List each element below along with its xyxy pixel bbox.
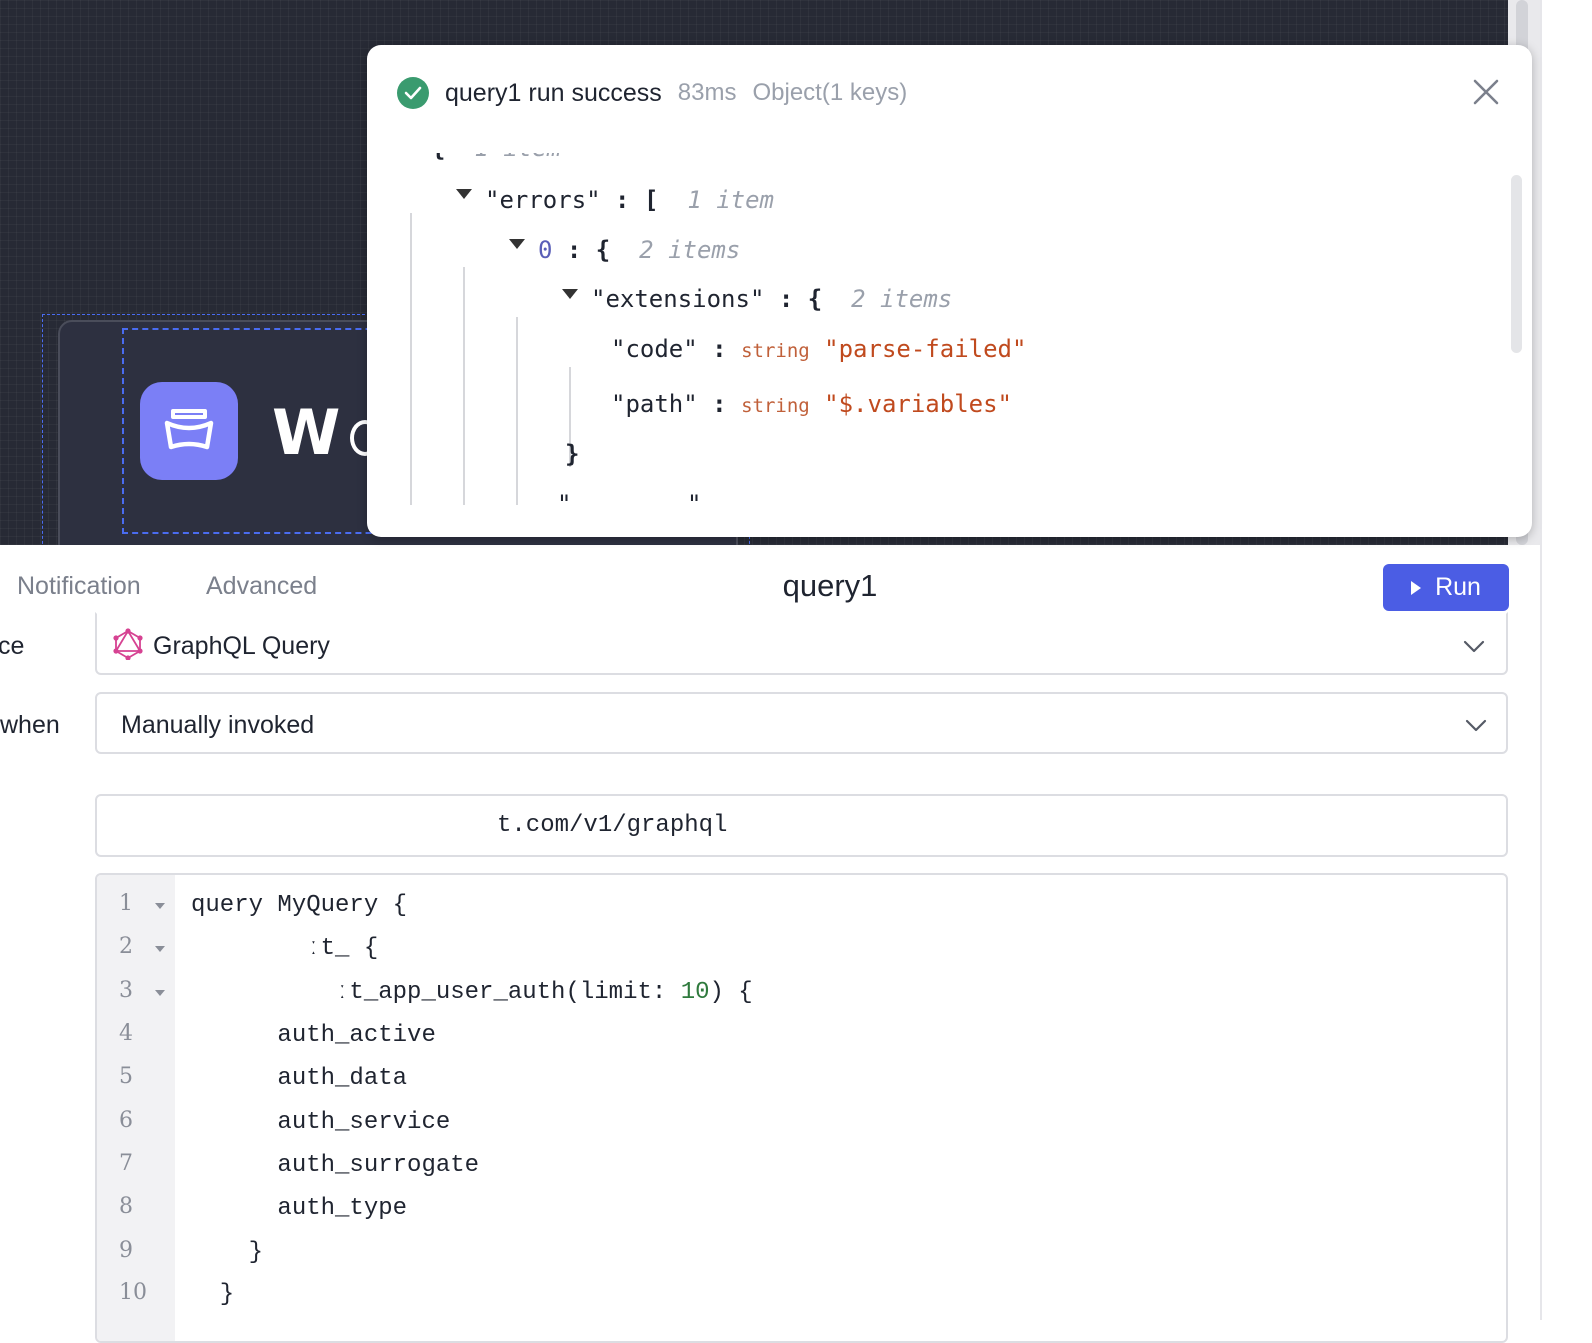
popup-title: query1 run success xyxy=(445,78,662,107)
resource-value: GraphQL Query xyxy=(153,632,330,660)
tree-guide xyxy=(463,267,465,505)
extensions-key: "extensions" xyxy=(591,285,765,313)
trigger-label: when xyxy=(0,711,60,739)
code-line: auth_surrogate xyxy=(191,1152,480,1179)
code-line: ːt_ { xyxy=(191,935,379,962)
line-number: 7 xyxy=(119,1151,133,1176)
chevron-down-icon xyxy=(1465,719,1487,732)
close-brace: } xyxy=(565,440,580,468)
line-number: 10 xyxy=(119,1280,147,1305)
line-number: 6 xyxy=(119,1108,133,1133)
line-number: 2 xyxy=(119,934,133,959)
path-key: "path" xyxy=(611,390,698,418)
code-line: query MyQuery { xyxy=(191,892,408,919)
path-value: "$.variables" xyxy=(824,390,1012,418)
chevron-down-icon xyxy=(1463,640,1485,653)
graphql-icon xyxy=(113,628,143,660)
code-key: "code" xyxy=(611,335,698,363)
line-number: 3 xyxy=(119,978,133,1003)
index-brace: : { xyxy=(566,236,611,264)
play-icon xyxy=(1411,580,1422,595)
tree-guide xyxy=(516,317,518,505)
resource-select[interactable]: GraphQL Query xyxy=(95,612,1508,675)
json-path-line: "path" : string "$.variables" xyxy=(611,389,1012,419)
resource-label: ce xyxy=(0,632,25,660)
result-type: Object(1 keys) xyxy=(752,79,908,106)
card-title-text: W xyxy=(272,396,343,469)
json-close-line: } xyxy=(565,439,579,469)
next-key: " " xyxy=(557,490,702,505)
code-line: } xyxy=(191,1239,264,1266)
line-number: 1 xyxy=(119,891,133,916)
fold-icon[interactable] xyxy=(155,903,165,909)
json-next-line: " " xyxy=(557,489,702,505)
code-value: "parse-failed" xyxy=(824,335,1027,363)
url-input[interactable]: t.com/v1/graphql xyxy=(95,794,1508,857)
query-name[interactable]: query1 xyxy=(0,568,1592,604)
line-number: 4 xyxy=(119,1021,133,1046)
panel-divider xyxy=(1540,0,1542,1320)
path-colon: : xyxy=(712,390,727,418)
json-root-line: { 1 item xyxy=(431,153,561,163)
line-number: 8 xyxy=(119,1194,133,1219)
json-tree: { 1 item "errors" : [ 1 item 0 : { 2 ite… xyxy=(367,153,1507,505)
popup-header: query1 run success 83ms Object(1 keys) xyxy=(397,75,907,111)
code-line: auth_active xyxy=(191,1022,436,1049)
fold-icon[interactable] xyxy=(155,946,165,952)
json-extensions-line[interactable]: "extensions" : { 2 items xyxy=(591,284,952,314)
extensions-brace: : { xyxy=(778,285,823,313)
collapse-index-icon[interactable] xyxy=(509,239,525,249)
code-colon: : xyxy=(712,335,727,363)
json-errors-line[interactable]: "errors" : [ 1 item xyxy=(485,185,774,215)
trigger-value: Manually invoked xyxy=(121,711,315,739)
extensions-count: 2 items xyxy=(851,285,953,313)
code-line: ːt_app_user_auth(limit: 10) { xyxy=(191,979,753,1006)
errors-key: "errors" xyxy=(485,186,601,214)
run-duration: 83ms xyxy=(677,79,737,106)
code-line: auth_service xyxy=(191,1109,451,1136)
query-result-popup: query1 run success 83ms Object(1 keys) {… xyxy=(367,45,1532,537)
code-text: ) { xyxy=(709,979,753,1006)
trigger-select[interactable]: Manually invoked xyxy=(95,692,1508,754)
graphql-code-editor[interactable]: 1 query MyQuery { 2 ːt_ { 3 ːt_app_user_… xyxy=(95,873,1508,1343)
index-count: 2 items xyxy=(639,236,741,264)
code-line: auth_data xyxy=(191,1065,408,1092)
line-number: 5 xyxy=(119,1064,133,1089)
collapse-extensions-icon[interactable] xyxy=(562,289,578,299)
index-key: 0 xyxy=(538,236,553,264)
path-type: string xyxy=(741,395,810,417)
app-logo-icon[interactable] xyxy=(140,382,238,480)
errors-bracket: : [ xyxy=(615,186,659,214)
url-value: t.com/v1/graphql xyxy=(497,812,728,839)
collapse-errors-icon[interactable] xyxy=(456,189,472,199)
code-type: string xyxy=(741,340,810,362)
json-code-line: "code" : string "parse-failed" xyxy=(611,334,1026,364)
success-check-icon xyxy=(397,77,429,109)
popup-scrollbar[interactable] xyxy=(1511,175,1522,353)
root-count: 1 item xyxy=(474,153,561,162)
code-text: ːt_app_user_auth(limit: xyxy=(191,979,681,1006)
code-line: } xyxy=(191,1281,235,1308)
close-icon[interactable] xyxy=(1469,75,1503,109)
code-line: auth_type xyxy=(191,1195,408,1222)
tree-guide xyxy=(410,213,412,505)
code-number: 10 xyxy=(680,979,710,1006)
errors-count: 1 item xyxy=(687,186,775,214)
json-index-line[interactable]: 0 : { 2 items xyxy=(538,235,740,265)
line-number: 9 xyxy=(119,1238,133,1263)
run-button[interactable]: Run xyxy=(1383,564,1509,611)
run-button-label: Run xyxy=(1435,573,1481,601)
fold-icon[interactable] xyxy=(155,990,165,996)
